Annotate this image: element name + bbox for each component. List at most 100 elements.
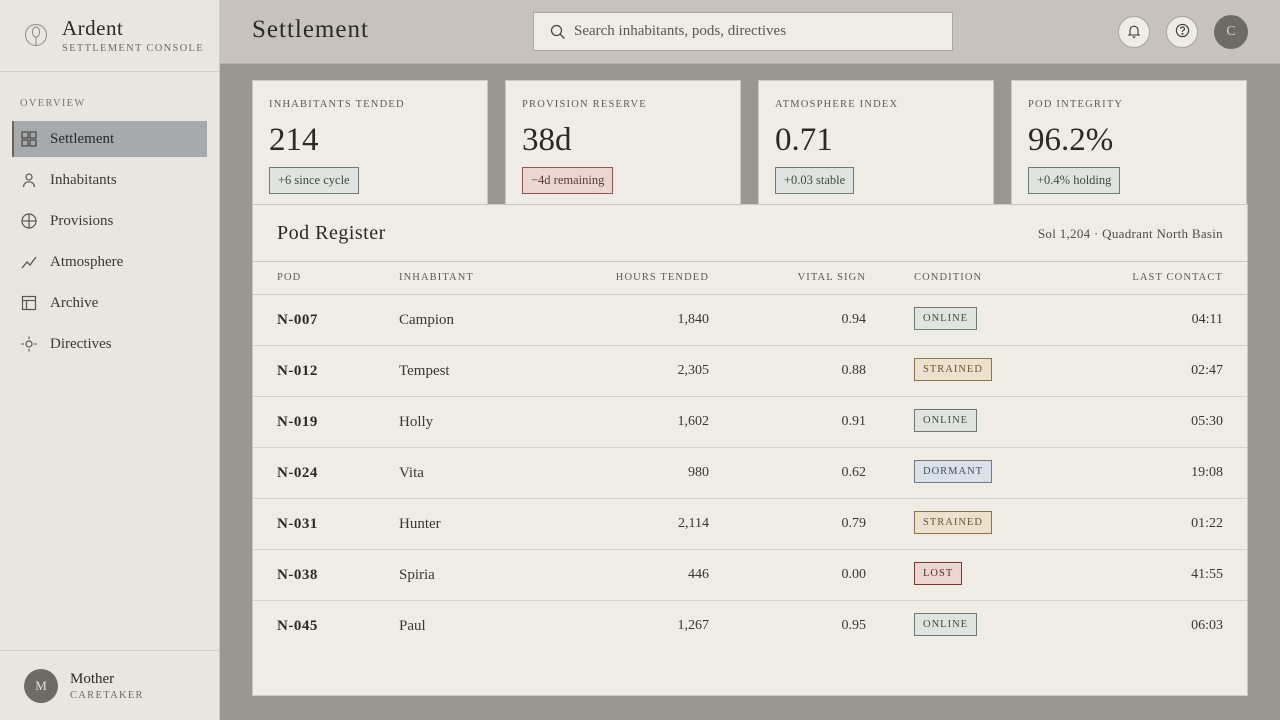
stat-card-atmosphere: ATMOSPHERE INDEX 0.71 +0.03 stable — [758, 80, 994, 204]
last-contact-cell: 05:30 — [1191, 414, 1223, 429]
hours-cell: 1,602 — [677, 414, 710, 429]
pod-cell: N-019 — [277, 414, 318, 430]
inhabitant-cell: Paul — [399, 618, 426, 634]
stat-label: ATMOSPHERE INDEX — [775, 99, 899, 110]
table-row[interactable]: N-007 Campion 1,840 0.94 ONLINE 04:11 — [253, 295, 1247, 346]
stat-card-integrity: POD INTEGRITY 96.2% +0.4% holding — [1011, 80, 1247, 204]
inhabitant-cell: Holly — [399, 414, 434, 430]
last-contact-cell: 19:08 — [1191, 465, 1223, 480]
bell-icon — [1127, 23, 1141, 42]
sidebar-item-label: Atmosphere — [50, 253, 124, 270]
pod-cell: N-024 — [277, 465, 318, 481]
sidebar-item-settlement[interactable]: Settlement — [12, 121, 207, 157]
pod-cell: N-031 — [277, 516, 318, 532]
avatar: M — [24, 668, 58, 703]
sidebar-item-atmosphere[interactable]: Atmosphere — [12, 244, 207, 280]
hours-cell: 446 — [688, 567, 709, 582]
column-header-pod[interactable]: POD — [277, 272, 301, 283]
sidebar-item-label: Archive — [50, 294, 99, 311]
table-header: POD INHABITANT HOURS TENDED VITAL SIGN C… — [253, 262, 1247, 295]
last-contact-cell: 02:47 — [1191, 363, 1223, 378]
brand[interactable]: Ardent SETTLEMENT CONSOLE — [0, 0, 219, 72]
table-row[interactable]: N-045 Paul 1,267 0.95 ONLINE 06:03 — [253, 601, 1247, 652]
seed-logo-icon — [24, 22, 48, 50]
column-header-hours[interactable]: HOURS TENDED — [616, 272, 709, 283]
user-role: CARETAKER — [70, 689, 144, 701]
status-badge: LOST — [914, 562, 963, 585]
table-row[interactable]: N-024 Vita 980 0.62 DORMANT 19:08 — [253, 448, 1247, 499]
hours-cell: 1,267 — [677, 618, 710, 633]
avatar[interactable]: C — [1214, 15, 1248, 49]
sidebar-item-directives[interactable]: Directives — [12, 326, 207, 362]
status-badge: STRAINED — [914, 358, 992, 381]
grid-icon — [20, 130, 38, 148]
brand-subtitle: SETTLEMENT CONSOLE — [62, 43, 204, 54]
vital-cell: 0.95 — [841, 618, 867, 633]
stat-badge: +0.03 stable — [775, 167, 855, 194]
column-header-inhabitant[interactable]: INHABITANT — [399, 272, 474, 283]
top-bar: Settlement C — [220, 0, 1280, 64]
stat-card-inhabitants: INHABITANTS TENDED 214 +6 since cycle — [252, 80, 488, 204]
status-badge: ONLINE — [914, 613, 978, 636]
status-badge: ONLINE — [914, 307, 978, 330]
pod-register-panel: Pod Register Sol 1,204 · Quadrant North … — [252, 204, 1248, 696]
stat-card-provisions: PROVISION RESERVE 38d −4d remaining — [505, 80, 741, 204]
table-row[interactable]: N-012 Tempest 2,305 0.88 STRAINED 02:47 — [253, 346, 1247, 397]
notifications-button[interactable] — [1118, 16, 1150, 48]
last-contact-cell: 01:22 — [1191, 516, 1223, 531]
person-icon — [20, 171, 38, 189]
sidebar-item-inhabitants[interactable]: Inhabitants — [12, 162, 207, 198]
column-header-vital[interactable]: VITAL SIGN — [798, 272, 866, 283]
status-badge: DORMANT — [914, 460, 993, 483]
inhabitant-cell: Spiria — [399, 567, 435, 583]
panel-meta: Sol 1,204 · Quadrant North Basin — [1037, 226, 1223, 241]
help-icon — [1175, 23, 1190, 42]
column-header-condition[interactable]: CONDITION — [914, 272, 982, 283]
table-row[interactable]: N-019 Holly 1,602 0.91 ONLINE 05:30 — [253, 397, 1247, 448]
stat-value: 38d — [522, 122, 572, 158]
panel-header: Pod Register Sol 1,204 · Quadrant North … — [253, 205, 1247, 262]
column-header-last-contact[interactable]: LAST CONTACT — [1132, 272, 1223, 283]
table-row[interactable]: N-038 Spiria 446 0.00 LOST 41:55 — [253, 550, 1247, 601]
sidebar-item-label: Provisions — [50, 212, 114, 229]
stat-badge: +6 since cycle — [269, 167, 359, 194]
help-button[interactable] — [1166, 16, 1198, 48]
hours-cell: 980 — [688, 465, 709, 480]
user-profile[interactable]: M Mother CARETAKER — [0, 650, 220, 720]
trend-icon — [20, 253, 38, 271]
hours-cell: 2,114 — [678, 516, 709, 531]
status-badge: ONLINE — [914, 409, 978, 432]
search-box[interactable] — [533, 12, 953, 51]
stat-badge: +0.4% holding — [1028, 167, 1121, 194]
sidebar-item-archive[interactable]: Archive — [12, 285, 207, 321]
sidebar-item-label: Settlement — [50, 130, 115, 147]
inhabitant-cell: Vita — [399, 465, 424, 481]
pod-cell: N-045 — [277, 618, 318, 634]
vital-cell: 0.91 — [841, 414, 867, 429]
vital-cell: 0.00 — [841, 567, 867, 582]
table-body: N-007 Campion 1,840 0.94 ONLINE 04:11 N-012 Tem… — [253, 295, 1247, 652]
sidebar-item-label: Inhabitants — [50, 171, 117, 188]
stat-label: INHABITANTS TENDED — [269, 99, 405, 110]
pod-cell: N-038 — [277, 567, 318, 583]
pod-cell: N-012 — [277, 363, 318, 379]
vital-cell: 0.88 — [841, 363, 867, 378]
page-title: Settlement — [252, 16, 369, 43]
vital-cell: 0.94 — [841, 312, 867, 327]
brand-name: Ardent — [62, 16, 124, 40]
stat-label: POD INTEGRITY — [1028, 99, 1124, 110]
sidebar-item-provisions[interactable]: Provisions — [12, 203, 207, 239]
table-row[interactable]: N-031 Hunter 2,114 0.79 STRAINED 01:22 — [253, 499, 1247, 550]
vital-cell: 0.79 — [841, 516, 867, 531]
vital-cell: 0.62 — [841, 465, 867, 480]
sidebar: Ardent SETTLEMENT CONSOLE OVERVIEW Settl… — [0, 0, 220, 720]
pod-cell: N-007 — [277, 312, 318, 328]
search-input[interactable] — [574, 23, 934, 40]
stat-label: PROVISION RESERVE — [522, 99, 647, 110]
stat-badge: −4d remaining — [522, 167, 614, 194]
hours-cell: 2,305 — [677, 363, 710, 378]
globe-icon — [20, 212, 38, 230]
panel-title: Pod Register — [277, 222, 386, 244]
status-badge: STRAINED — [914, 511, 992, 534]
last-contact-cell: 41:55 — [1191, 567, 1223, 582]
